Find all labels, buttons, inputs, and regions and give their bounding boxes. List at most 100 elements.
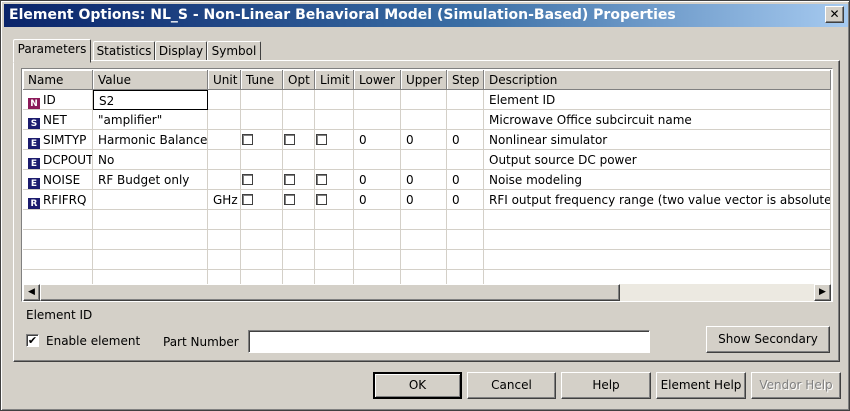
cell-opt[interactable]: [283, 150, 315, 170]
column-header-lower[interactable]: Lower: [354, 70, 401, 90]
element-help-button[interactable]: Element Help: [656, 372, 746, 399]
table-row[interactable]: [23, 270, 831, 284]
column-header-name[interactable]: Name: [23, 70, 93, 90]
scroll-thumb[interactable]: [40, 284, 620, 301]
cell-step[interactable]: 0: [447, 170, 484, 190]
cell-description[interactable]: Noise modeling: [484, 170, 831, 190]
column-header-unit[interactable]: Unit: [208, 70, 241, 90]
table-row[interactable]: E DCPOUT No Output source DC power: [23, 150, 831, 170]
table-row[interactable]: [23, 210, 831, 230]
cell-lower[interactable]: 0: [354, 190, 401, 210]
cell-lower[interactable]: [354, 110, 401, 130]
cell-tune[interactable]: [241, 190, 283, 210]
table-row[interactable]: R RFIFRQ GHz 0 0 0 RFI output frequency range …: [23, 190, 831, 210]
cell-limit[interactable]: [315, 110, 354, 130]
column-header-value[interactable]: Value: [93, 70, 208, 90]
cell-unit[interactable]: GHz: [208, 190, 241, 210]
cell-description[interactable]: Output source DC power: [484, 150, 831, 170]
cell-upper[interactable]: 0: [401, 130, 447, 150]
cell-lower[interactable]: 0: [354, 130, 401, 150]
cell-unit[interactable]: [208, 130, 241, 150]
tab-symbol[interactable]: Symbol: [207, 41, 261, 61]
cell-unit[interactable]: [208, 170, 241, 190]
opt-checkbox[interactable]: [284, 194, 295, 205]
table-row[interactable]: S NET "amplifier" Microwave Office subcircu…: [23, 110, 831, 130]
cell-limit[interactable]: [315, 190, 354, 210]
cell-unit[interactable]: [208, 110, 241, 130]
tab-display[interactable]: Display: [155, 41, 207, 61]
tab-statistics[interactable]: Statistics: [93, 41, 155, 61]
column-header-step[interactable]: Step: [447, 70, 484, 90]
cell-limit[interactable]: [315, 150, 354, 170]
column-header-limit[interactable]: Limit: [315, 70, 354, 90]
horizontal-scrollbar[interactable]: ◀ ▶: [23, 284, 831, 301]
cell-lower[interactable]: [354, 150, 401, 170]
cell-lower[interactable]: 0: [354, 170, 401, 190]
cell-description[interactable]: Element ID: [484, 90, 831, 110]
cell-value[interactable]: [93, 190, 208, 210]
limit-checkbox[interactable]: [316, 174, 327, 185]
cell-opt[interactable]: [283, 110, 315, 130]
tab-parameters[interactable]: Parameters: [13, 39, 91, 63]
cell-value[interactable]: No: [93, 150, 208, 170]
cell-value[interactable]: "amplifier": [93, 110, 208, 130]
cell-step[interactable]: 0: [447, 190, 484, 210]
enable-element-checkbox[interactable]: ✔: [26, 334, 39, 347]
column-header-tune[interactable]: Tune: [241, 70, 283, 90]
cell-lower[interactable]: [354, 90, 401, 110]
cell-limit[interactable]: [315, 130, 354, 150]
cell-description[interactable]: Nonlinear simulator: [484, 130, 831, 150]
cell-unit[interactable]: [208, 150, 241, 170]
cell-upper[interactable]: 0: [401, 170, 447, 190]
cell-value[interactable]: Harmonic Balance: [93, 130, 208, 150]
scroll-right-icon[interactable]: ▶: [814, 284, 831, 301]
tune-checkbox[interactable]: [242, 134, 253, 145]
cell-opt[interactable]: [283, 190, 315, 210]
cell-upper[interactable]: [401, 90, 447, 110]
cell-opt[interactable]: [283, 130, 315, 150]
cell-opt[interactable]: [283, 90, 315, 110]
cell-limit[interactable]: [315, 170, 354, 190]
cell-upper[interactable]: [401, 110, 447, 130]
column-header-upper[interactable]: Upper: [401, 70, 447, 90]
cell-value[interactable]: S2: [93, 90, 208, 110]
cancel-button[interactable]: Cancel: [467, 372, 556, 399]
cell-tune[interactable]: [241, 150, 283, 170]
cell-tune[interactable]: [241, 90, 283, 110]
table-row[interactable]: E NOISE RF Budget only 0 0 0 Noise modeling: [23, 170, 831, 190]
cell-step[interactable]: [447, 150, 484, 170]
cell-step[interactable]: [447, 90, 484, 110]
cell-tune[interactable]: [241, 110, 283, 130]
opt-checkbox[interactable]: [284, 134, 295, 145]
part-number-input[interactable]: [248, 330, 650, 353]
tune-checkbox[interactable]: [242, 194, 253, 205]
cell-upper[interactable]: [401, 150, 447, 170]
cell-step[interactable]: [447, 110, 484, 130]
close-button[interactable]: ✕: [825, 6, 844, 23]
limit-checkbox[interactable]: [316, 194, 327, 205]
column-header-description[interactable]: Description: [484, 70, 831, 90]
table-row[interactable]: [23, 230, 831, 250]
limit-checkbox[interactable]: [316, 134, 327, 145]
cell-step[interactable]: 0: [447, 130, 484, 150]
cell-upper[interactable]: 0: [401, 190, 447, 210]
column-header-opt[interactable]: Opt: [283, 70, 315, 90]
table-row[interactable]: [23, 250, 831, 270]
tune-checkbox[interactable]: [242, 174, 253, 185]
cell-limit[interactable]: [315, 90, 354, 110]
cell-tune[interactable]: [241, 170, 283, 190]
table-row[interactable]: N ID S2 Element ID: [23, 90, 831, 110]
help-button[interactable]: Help: [561, 372, 651, 399]
opt-checkbox[interactable]: [284, 174, 295, 185]
cell-value[interactable]: RF Budget only: [93, 170, 208, 190]
title-bar[interactable]: Element Options: NL_S - Non-Linear Behav…: [4, 4, 848, 27]
show-secondary-button[interactable]: Show Secondary: [706, 326, 830, 353]
scroll-left-icon[interactable]: ◀: [23, 284, 40, 301]
ok-button[interactable]: OK: [373, 372, 462, 399]
cell-opt[interactable]: [283, 170, 315, 190]
cell-tune[interactable]: [241, 130, 283, 150]
cell-description[interactable]: Microwave Office subcircuit name: [484, 110, 831, 130]
cell-description[interactable]: RFI output frequency range (two value ve…: [484, 190, 831, 210]
cell-unit[interactable]: [208, 90, 241, 110]
table-row[interactable]: E SIMTYP Harmonic Balance 0 0 0 Nonlinear simu…: [23, 130, 831, 150]
